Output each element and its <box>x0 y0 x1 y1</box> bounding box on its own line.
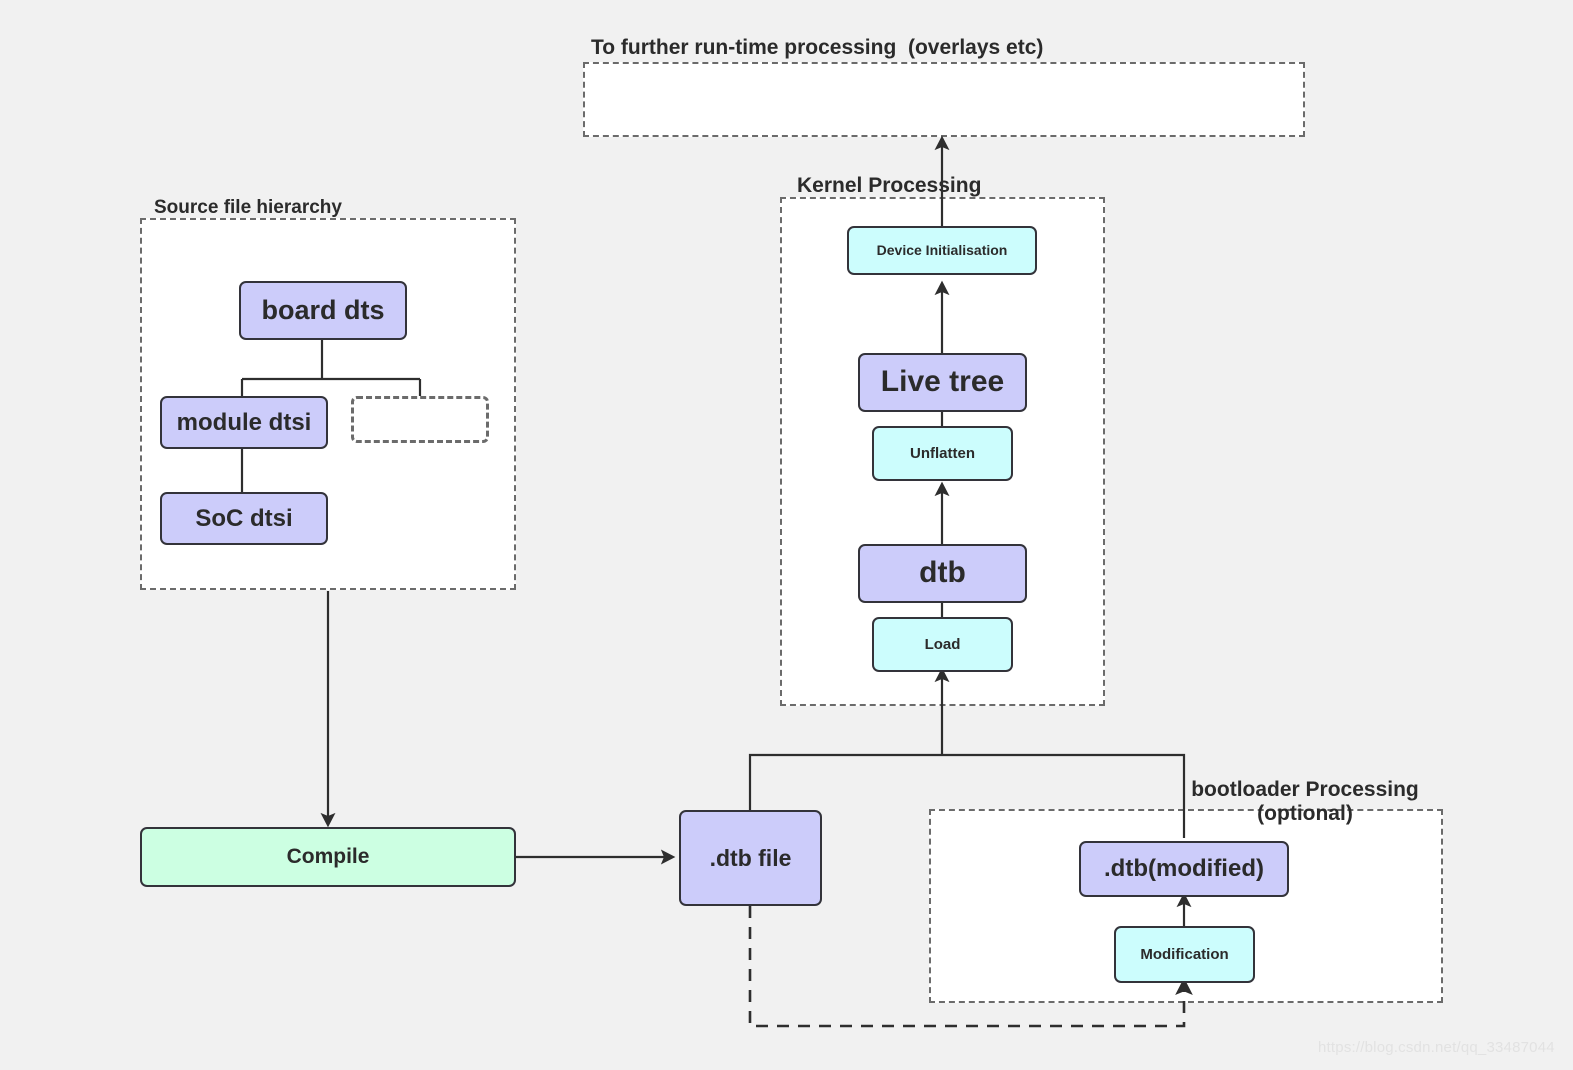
node-modification-label: Modification <box>1140 945 1229 963</box>
watermark-text: https://blog.csdn.net/qq_33487044 <box>1318 1039 1555 1056</box>
node-dtb-modified-label: .dtb(modified) <box>1104 855 1264 883</box>
node-dtb-file-label: .dtb file <box>709 844 792 871</box>
node-dtb[interactable]: dtb <box>858 544 1027 603</box>
group-runtime-processing <box>583 62 1305 137</box>
node-dtb-label: dtb <box>919 556 966 590</box>
node-modification[interactable]: Modification <box>1114 926 1255 983</box>
node-live-tree[interactable]: Live tree <box>858 353 1027 412</box>
node-board-dts[interactable]: board dts <box>239 281 407 340</box>
diagram-canvas: To further run-time processing (overlays… <box>0 0 1573 1070</box>
node-module-dtsi-label: module dtsi <box>176 408 312 436</box>
group-kernel-processing-label: Kernel Processing <box>797 174 982 197</box>
node-live-tree-label: Live tree <box>880 365 1005 399</box>
node-unflatten-label: Unflatten <box>910 444 975 462</box>
node-device-initialisation[interactable]: Device Initialisation <box>847 226 1037 275</box>
node-module-dtsi[interactable]: module dtsi <box>160 396 328 449</box>
node-device-initialisation-label: Device Initialisation <box>876 242 1008 259</box>
node-load[interactable]: Load <box>872 617 1013 672</box>
group-runtime-processing-label: To further run-time processing (overlays… <box>591 36 1044 59</box>
node-load-label: Load <box>924 635 961 653</box>
node-compile[interactable]: Compile <box>140 827 516 887</box>
node-compile-label: Compile <box>286 844 370 868</box>
node-dtb-file[interactable]: .dtb file <box>679 810 822 906</box>
node-soc-dtsi[interactable]: SoC dtsi <box>160 492 328 545</box>
node-unflatten[interactable]: Unflatten <box>872 426 1013 481</box>
node-soc-dtsi-label: SoC dtsi <box>195 504 293 532</box>
node-placeholder-dtsi[interactable] <box>351 396 489 443</box>
node-dtb-modified[interactable]: .dtb(modified) <box>1079 841 1289 897</box>
group-source-file-hierarchy-label: Source file hierarchy <box>154 197 342 218</box>
node-board-dts-label: board dts <box>261 294 385 325</box>
group-bootloader-processing-label: bootloader Processing (optional) <box>1191 778 1419 826</box>
